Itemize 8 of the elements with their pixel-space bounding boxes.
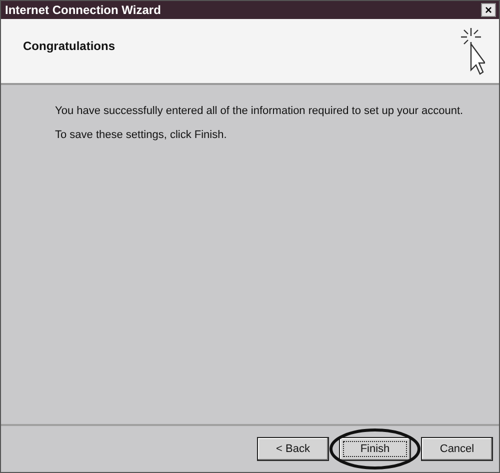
page-heading: Congratulations bbox=[23, 39, 115, 53]
window-title: Internet Connection Wizard bbox=[5, 3, 161, 17]
wizard-button[interactable]: Cancel bbox=[421, 437, 493, 461]
wizard-button[interactable]: < Back bbox=[257, 437, 329, 461]
wizard-button[interactable]: Finish bbox=[339, 437, 411, 461]
message-text: To save these settings, click Finish. bbox=[55, 129, 228, 141]
close-button[interactable]: × bbox=[481, 3, 496, 17]
message-text: You have successfully entered all of the information required to set up your account. bbox=[55, 105, 464, 117]
